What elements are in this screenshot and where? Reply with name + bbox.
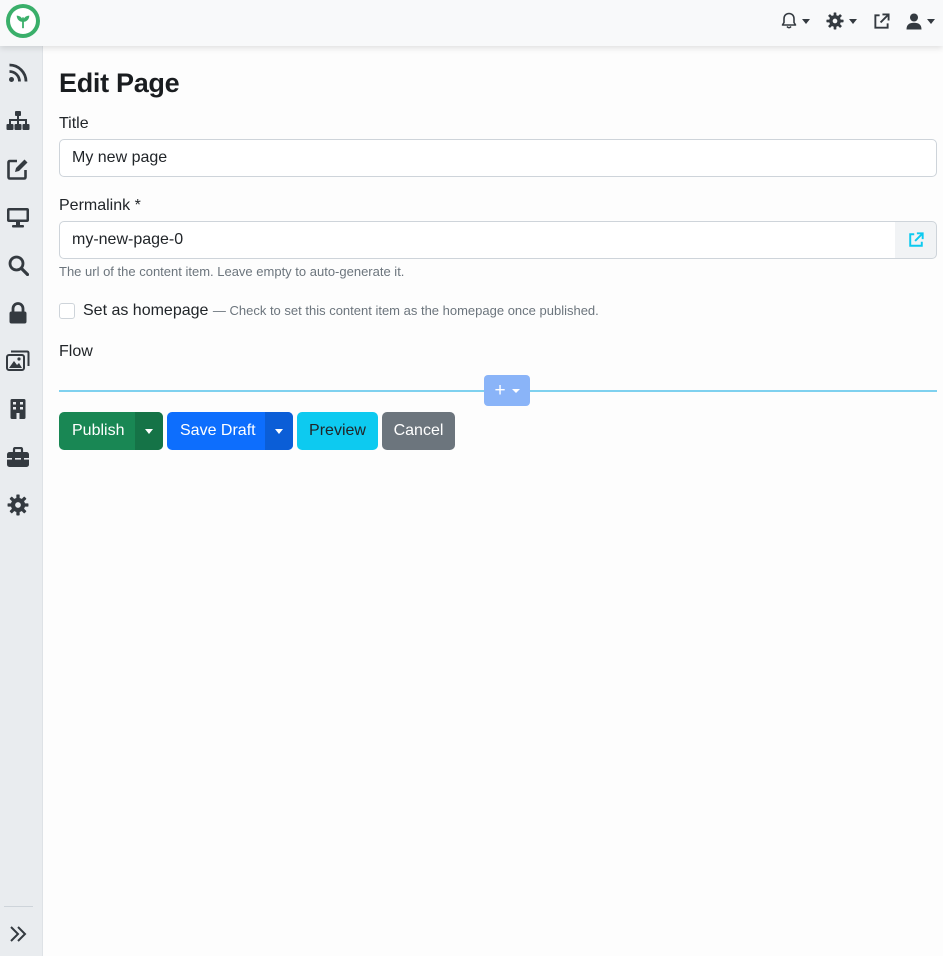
user-dropdown[interactable]	[906, 13, 935, 30]
leaf-logo[interactable]	[6, 4, 40, 38]
lock-icon	[9, 302, 27, 324]
homepage-hint: — Check to set this content item as the …	[212, 303, 599, 318]
sidebar-item-search[interactable]	[5, 252, 31, 278]
sidebar-divider	[4, 906, 33, 907]
flow-label: Flow	[59, 343, 93, 360]
edit-icon	[7, 159, 28, 180]
view-site-link[interactable]	[873, 12, 890, 30]
save-draft-button-group: Save Draft	[167, 412, 293, 450]
admin-sidebar	[0, 46, 43, 956]
permalink-input[interactable]: my-new-page-0	[59, 221, 896, 259]
publish-button-group: Publish	[59, 412, 163, 450]
bell-icon	[781, 12, 797, 29]
chevron-down-icon	[145, 428, 153, 434]
permalink-help-text: The url of the content item. Leave empty…	[59, 264, 405, 279]
page-title: Edit Page	[59, 68, 180, 98]
external-link-icon	[908, 232, 924, 247]
cancel-button[interactable]: Cancel	[382, 412, 455, 450]
chevron-down-icon	[275, 428, 283, 434]
title-input[interactable]: My new page	[59, 139, 937, 177]
double-chevron-right-icon	[10, 926, 27, 942]
chevron-down-icon	[849, 18, 857, 24]
toolbox-icon	[7, 446, 29, 467]
open-permalink-button[interactable]	[895, 221, 937, 259]
sidebar-item-feeds[interactable]	[5, 60, 31, 86]
sidebar-item-tenants[interactable]	[5, 396, 31, 422]
sitemap-icon	[6, 111, 30, 130]
building-icon	[10, 399, 26, 419]
sidebar-item-configuration[interactable]	[5, 492, 31, 518]
settings-dropdown[interactable]	[826, 12, 857, 30]
top-navbar	[0, 0, 943, 46]
user-icon	[906, 13, 922, 29]
sidebar-item-security[interactable]	[5, 300, 31, 326]
homepage-checkbox[interactable]	[59, 303, 75, 319]
publish-button[interactable]: Publish	[72, 422, 124, 440]
gear-icon	[7, 494, 29, 516]
save-draft-options-toggle[interactable]	[265, 412, 293, 450]
preview-button[interactable]: Preview	[297, 412, 378, 450]
sidebar-expand-toggle[interactable]	[5, 921, 31, 947]
plus-icon: +	[494, 380, 506, 401]
title-label: Title	[59, 115, 89, 132]
search-icon	[8, 255, 29, 276]
notifications-dropdown[interactable]	[781, 12, 810, 30]
sidebar-item-tools[interactable]	[5, 444, 31, 470]
save-draft-button[interactable]: Save Draft	[180, 422, 256, 440]
chevron-down-icon	[511, 388, 520, 393]
chevron-down-icon	[802, 18, 810, 24]
chevron-down-icon	[927, 18, 935, 24]
publish-options-toggle[interactable]	[135, 412, 163, 450]
sidebar-item-design[interactable]	[5, 204, 31, 230]
sidebar-item-content[interactable]	[5, 156, 31, 182]
leaf-icon	[16, 15, 30, 29]
permalink-label: Permalink *	[59, 197, 141, 214]
rss-icon	[9, 63, 28, 82]
add-block-button[interactable]: +	[484, 375, 530, 406]
sidebar-item-structure[interactable]	[5, 108, 31, 134]
homepage-label-text: Set as homepage	[83, 302, 209, 319]
images-icon	[6, 350, 30, 371]
gear-icon	[826, 12, 844, 30]
top-toolbar	[765, 0, 935, 42]
desktop-icon	[7, 207, 29, 227]
external-link-icon	[874, 12, 890, 29]
sidebar-item-media[interactable]	[5, 348, 31, 374]
homepage-label[interactable]: Set as homepage — Check to set this cont…	[83, 302, 599, 320]
